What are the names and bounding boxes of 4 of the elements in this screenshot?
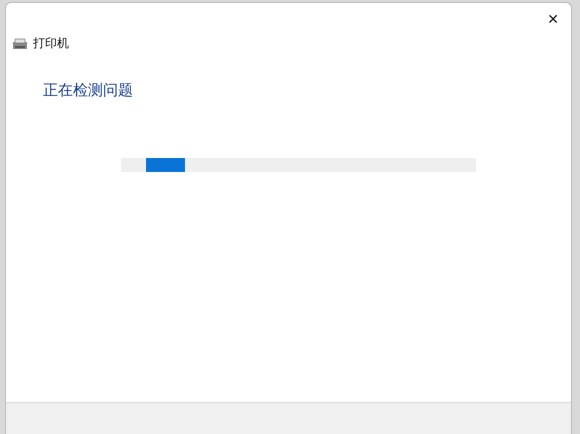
status-heading: 正在检测问题 bbox=[43, 81, 134, 100]
close-button[interactable]: ✕ bbox=[543, 9, 563, 31]
window-title: 打印机 bbox=[33, 35, 69, 52]
printer-icon bbox=[12, 38, 28, 50]
